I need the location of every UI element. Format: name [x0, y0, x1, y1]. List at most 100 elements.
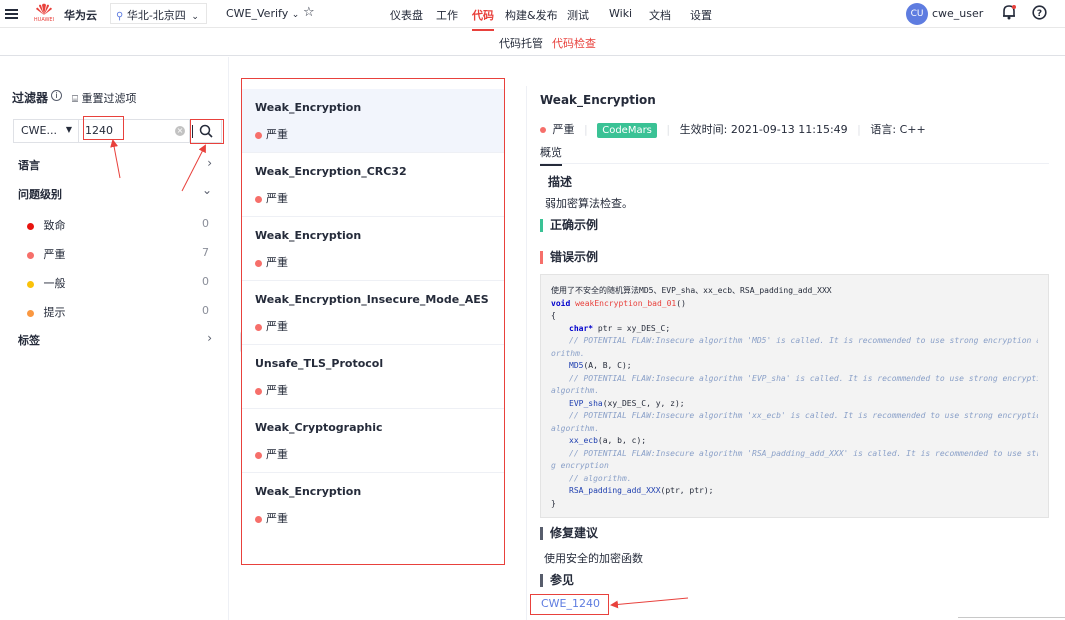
issue-item[interactable]: Weak_Encryption_Insecure_Mode_AES 严重: [242, 281, 504, 345]
filter-section-tags-label: 标签: [18, 334, 40, 347]
code-comment: algorithm.: [551, 386, 600, 395]
issue-title: Weak_Cryptographic: [255, 421, 383, 434]
svg-text:?: ?: [1037, 9, 1042, 19]
severity-dot: [255, 259, 262, 267]
code-example: 使用了不安全的随机算法MD5、EVP_sha、xx_ecb、RSA_paddin…: [540, 274, 1049, 518]
chevron-right-icon: ›: [207, 156, 212, 170]
code-line: void weakEncryption_bad_01(): [551, 298, 686, 308]
region-label: 华北-北京四: [126, 9, 186, 22]
code-line: }: [551, 498, 556, 508]
annotation-box-reference: [530, 594, 609, 615]
chevron-down-icon: ⌄: [201, 183, 212, 197]
detail-severity: 严重: [552, 123, 575, 136]
code-comment: // POTENTIAL FLAW:Insecure algorithm 'xx…: [569, 411, 1038, 420]
meta-separator: |: [666, 123, 671, 136]
nav-work[interactable]: 工作: [436, 7, 458, 23]
detail-title: Weak_Encryption: [540, 93, 656, 107]
severity-dot: [255, 451, 262, 459]
chevron-right-icon: ›: [207, 331, 212, 345]
severity-filter-fatal[interactable]: 致命 0: [27, 217, 209, 233]
nav-code[interactable]: 代码: [472, 7, 494, 31]
nav-docs[interactable]: 文档: [649, 7, 671, 23]
issue-title: Weak_Encryption_Insecure_Mode_AES: [255, 293, 489, 306]
reset-filters-button[interactable]: ⌸ 重置过滤项: [72, 90, 137, 106]
severity-dot: [27, 280, 34, 288]
nav-settings[interactable]: 设置: [690, 7, 712, 23]
good-example-heading: 正确示例: [540, 219, 598, 232]
issue-list: Weak_Encryption 严重 Weak_Encryption_CRC32…: [241, 78, 505, 565]
severity-filter-general[interactable]: 一般 0: [27, 275, 209, 291]
nav-dashboard[interactable]: 仪表盘: [390, 7, 423, 23]
tab-underline: [540, 163, 1049, 164]
filter-title: 过滤器: [12, 91, 49, 105]
nav-build-release[interactable]: 构建&发布: [505, 7, 558, 23]
code-line: {: [551, 311, 556, 320]
chevron-down-icon: ⌄: [291, 10, 300, 20]
top-navbar: HUAWEI 华为云 ⚲ 华北-北京四 ⌄ CWE_Verify ⌄ ☆ 仪表盘…: [0, 0, 1065, 31]
severity-dot: [27, 309, 34, 317]
severity-count: 7: [202, 246, 209, 259]
region-selector[interactable]: ⚲ 华北-北京四 ⌄: [110, 3, 207, 24]
brand-name[interactable]: 华为云: [64, 7, 97, 23]
issue-severity: 严重: [255, 318, 491, 334]
code-intro: 使用了不安全的随机算法MD5、EVP_sha、xx_ecb、RSA_paddin…: [551, 286, 832, 295]
nav-test[interactable]: 测试: [567, 7, 589, 23]
filter-section-language[interactable]: 语言 ›: [18, 156, 212, 173]
issue-item[interactable]: Weak_Encryption 严重: [242, 217, 504, 281]
severity-filter-severe[interactable]: 严重 7: [27, 246, 209, 262]
project-selector[interactable]: CWE_Verify ⌄: [226, 7, 299, 20]
code-line: xx_ecb(a, b, c);: [569, 436, 647, 445]
meta-separator: |: [857, 123, 861, 136]
help-icon[interactable]: ?: [1032, 5, 1047, 23]
severity-dot: [255, 323, 262, 331]
issue-item[interactable]: Weak_Encryption 严重: [242, 473, 504, 537]
severity-filter-hint[interactable]: 提示 0: [27, 304, 209, 320]
severity-count: 0: [202, 217, 209, 230]
issue-severity-label: 严重: [266, 512, 288, 525]
issue-item[interactable]: Weak_Encryption_CRC32 严重: [242, 153, 504, 217]
severity-count: 0: [202, 275, 209, 288]
rule-source-badge: CodeMars: [597, 123, 657, 138]
filter-section-tags[interactable]: 标签 ›: [18, 331, 212, 348]
subnav-code-check[interactable]: 代码检查: [552, 35, 596, 51]
code-comment: // POTENTIAL FLAW:Insecure algorithm 'RS…: [569, 448, 1038, 458]
info-icon[interactable]: i: [51, 90, 62, 101]
issue-item[interactable]: Weak_Encryption 严重: [242, 89, 504, 153]
subnav-code-hosting[interactable]: 代码托管: [499, 35, 543, 51]
menu-icon[interactable]: [5, 7, 18, 21]
issue-severity-label: 严重: [266, 192, 288, 205]
sub-navbar: 代码托管 代码检查: [0, 28, 1065, 56]
severity-dot: [540, 127, 546, 133]
huawei-logo[interactable]: HUAWEI: [33, 3, 55, 23]
description-heading: 描述: [548, 175, 573, 189]
nav-wiki[interactable]: Wiki: [609, 7, 632, 20]
fix-suggestion-heading: 修复建议: [540, 527, 598, 540]
filter-type-select[interactable]: CWE... ▼: [13, 119, 78, 143]
references-heading: 参见: [540, 574, 574, 587]
code-line: RSA_padding_add_XXX(ptr, ptr);: [569, 486, 714, 495]
code-comment: orithm.: [551, 348, 585, 358]
severity-dot: [255, 131, 262, 139]
issue-severity: 严重: [255, 190, 491, 206]
severity-label: 严重: [43, 248, 66, 261]
huawei-logo-text: HUAWEI: [33, 17, 55, 23]
reset-filters-label: 重置过滤项: [81, 92, 137, 105]
severity-label: 致命: [43, 219, 66, 232]
bad-example-heading: 错误示例: [540, 251, 598, 264]
caret-down-icon: ▼: [65, 125, 72, 134]
avatar[interactable]: CU: [906, 3, 928, 25]
favorite-star-icon[interactable]: ☆: [303, 5, 315, 20]
code-line: char* ptr = xy_DES_C;: [569, 323, 671, 333]
issue-item[interactable]: Unsafe_TLS_Protocol 严重: [242, 345, 504, 409]
notification-bell-icon[interactable]: [1002, 4, 1016, 23]
code-comment: g encryption: [551, 461, 609, 470]
code-line: MD5(A, B, C);: [569, 361, 632, 370]
annotation-box-search-value: [83, 116, 124, 140]
severity-dot: [255, 387, 262, 395]
username[interactable]: cwe_user: [932, 7, 983, 20]
issue-item[interactable]: Weak_Cryptographic 严重: [242, 409, 504, 473]
filter-section-severity[interactable]: 问题级别 ⌄: [18, 183, 212, 202]
severity-label: 一般: [43, 277, 66, 290]
clear-icon[interactable]: ×: [175, 126, 185, 136]
issue-title: Weak_Encryption: [255, 101, 362, 114]
